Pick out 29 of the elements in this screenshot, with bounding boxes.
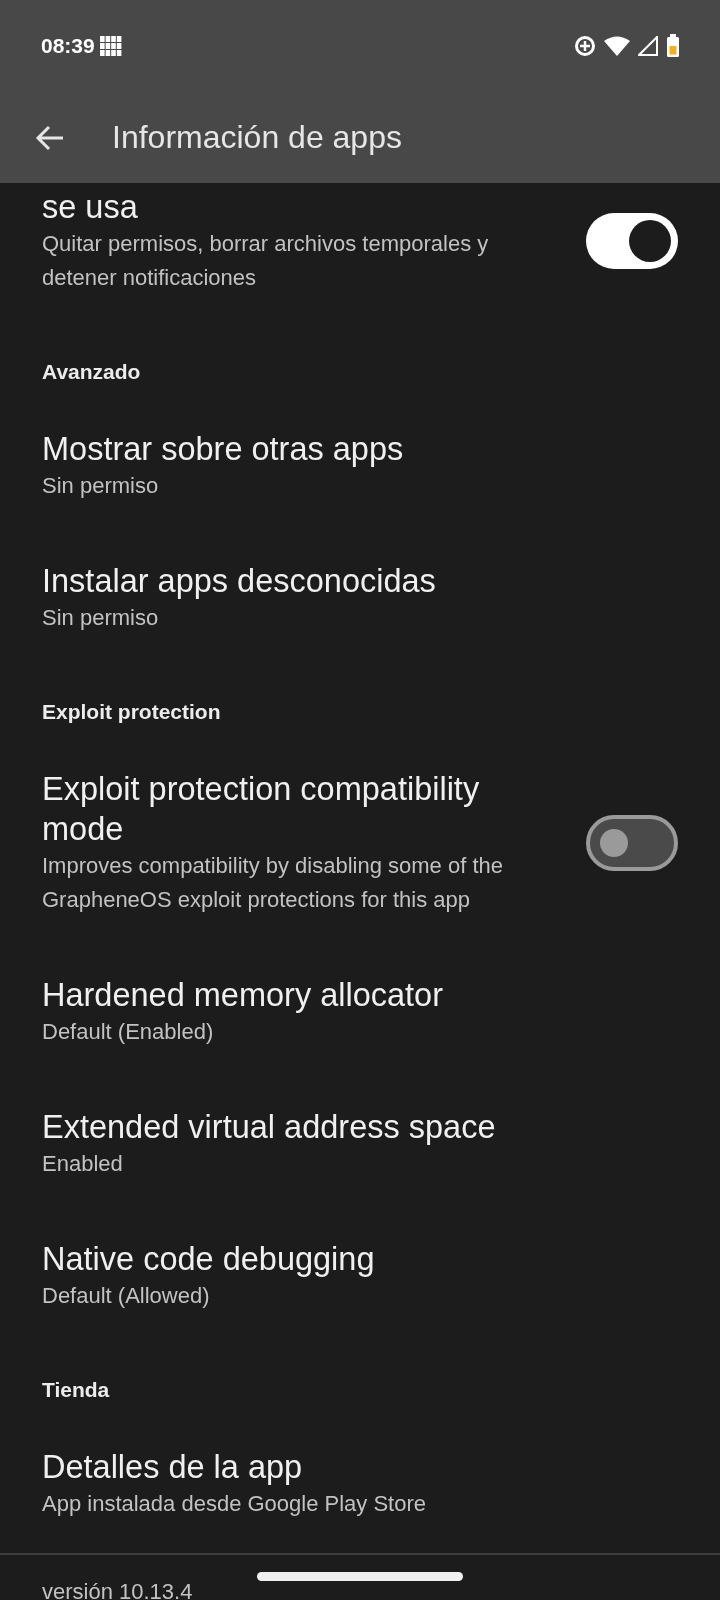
screen-title: Información de apps bbox=[112, 119, 402, 156]
version-text: versión 10.13.4 bbox=[42, 1579, 193, 1600]
section-header: Tienda bbox=[41, 1377, 111, 1403]
setting-subtitle: Quitar permisos, borrar archivos temporales y detener notificaciones bbox=[42, 230, 490, 292]
setting-title[interactable]: Instalar apps desconocidas bbox=[42, 561, 678, 601]
setting-subtitle: Sin permiso bbox=[42, 472, 160, 500]
setting-subtitle: Improves compatibility by disabling some of the GrapheneOS exploit protections for this app bbox=[42, 852, 504, 914]
battery-icon bbox=[666, 34, 680, 58]
data-saver-icon bbox=[574, 35, 596, 57]
setting-subtitle: Default (Allowed) bbox=[42, 1282, 211, 1310]
setting-title[interactable]: Native code debugging bbox=[42, 1239, 678, 1279]
section-header: Avanzado bbox=[41, 359, 142, 385]
clock: 08:39 bbox=[41, 34, 95, 58]
setting-title[interactable]: Detalles de la app bbox=[42, 1447, 678, 1487]
setting-subtitle: Default (Enabled) bbox=[42, 1018, 215, 1046]
setting-title[interactable]: Exploit protection compatibility mode bbox=[42, 769, 550, 849]
section-header: Exploit protection bbox=[41, 699, 222, 725]
signal-icon bbox=[638, 36, 658, 56]
setting-title[interactable]: se usa bbox=[42, 187, 550, 227]
wifi-icon bbox=[604, 36, 630, 56]
setting-title[interactable]: Mostrar sobre otras apps bbox=[42, 429, 678, 469]
setting-title[interactable]: Extended virtual address space bbox=[42, 1107, 678, 1147]
toggle-switch[interactable] bbox=[586, 213, 678, 269]
setting-subtitle: Sin permiso bbox=[42, 604, 160, 632]
setting-subtitle: App instalada desde Google Play Store bbox=[42, 1490, 428, 1518]
setting-title[interactable]: Hardened memory allocator bbox=[42, 975, 678, 1015]
toggle-switch[interactable] bbox=[586, 815, 678, 871]
grid-icon bbox=[99, 36, 122, 56]
setting-subtitle: Enabled bbox=[42, 1150, 124, 1178]
